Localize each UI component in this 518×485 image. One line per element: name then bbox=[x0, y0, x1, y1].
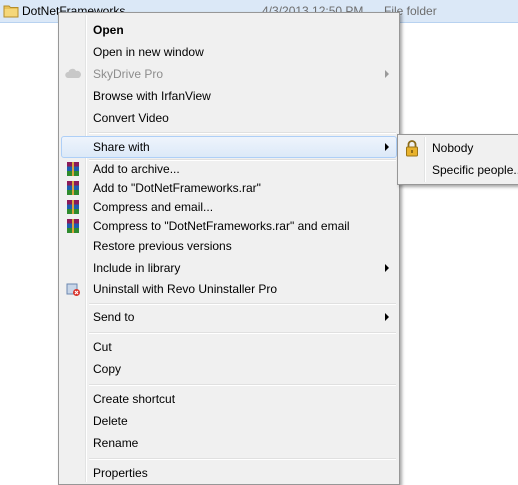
menu-item-label: Include in library bbox=[93, 261, 181, 275]
menu-item-label: Create shortcut bbox=[93, 392, 176, 406]
menu-item-properties[interactable]: Properties bbox=[61, 462, 397, 484]
submenu-arrow-icon bbox=[385, 313, 389, 321]
winrar-icon bbox=[67, 200, 79, 214]
context-menu: Open Open in new window SkyDrive Pro Bro… bbox=[58, 12, 400, 485]
menu-separator bbox=[89, 132, 396, 134]
menu-item-label: Specific people... bbox=[432, 163, 518, 177]
menu-separator bbox=[89, 332, 396, 334]
menu-item-include-in-library[interactable]: Include in library bbox=[61, 257, 397, 279]
menu-item-send-to[interactable]: Send to bbox=[61, 306, 397, 328]
menu-item-label: Open bbox=[93, 23, 124, 37]
menu-item-label: Uninstall with Revo Uninstaller Pro bbox=[93, 282, 278, 296]
menu-item-label: Browse with IrfanView bbox=[93, 89, 211, 103]
menu-item-label: Properties bbox=[93, 466, 148, 480]
submenu-arrow-icon bbox=[385, 70, 389, 78]
winrar-icon bbox=[67, 162, 79, 176]
menu-item-rename[interactable]: Rename bbox=[61, 432, 397, 454]
menu-item-restore-previous-versions[interactable]: Restore previous versions bbox=[61, 235, 397, 257]
menu-item-skydrive-pro[interactable]: SkyDrive Pro bbox=[61, 63, 397, 85]
submenu-arrow-icon bbox=[385, 264, 389, 272]
lock-icon bbox=[406, 140, 418, 157]
menu-item-label: Add to "DotNetFrameworks.rar" bbox=[93, 181, 261, 195]
menu-separator bbox=[89, 384, 396, 386]
menu-item-label: Convert Video bbox=[93, 111, 169, 125]
share-with-submenu: Nobody Specific people... bbox=[397, 134, 518, 185]
folder-icon bbox=[3, 5, 19, 18]
menu-item-delete[interactable]: Delete bbox=[61, 410, 397, 432]
menu-item-cut[interactable]: Cut bbox=[61, 336, 397, 358]
menu-item-create-shortcut[interactable]: Create shortcut bbox=[61, 388, 397, 410]
menu-item-label: Compress to "DotNetFrameworks.rar" and e… bbox=[93, 219, 350, 233]
menu-separator bbox=[89, 458, 396, 460]
menu-item-label: SkyDrive Pro bbox=[93, 67, 164, 81]
menu-item-share-with[interactable]: Share with bbox=[61, 136, 397, 158]
submenu-item-specific-people[interactable]: Specific people... bbox=[400, 159, 518, 181]
menu-item-compress-rar-email[interactable]: Compress to "DotNetFrameworks.rar" and e… bbox=[61, 215, 397, 237]
menu-separator bbox=[89, 303, 396, 305]
menu-item-label: Send to bbox=[93, 310, 135, 324]
winrar-icon bbox=[67, 181, 79, 195]
menu-item-open-new-window[interactable]: Open in new window bbox=[61, 41, 397, 63]
menu-item-revo-uninstall[interactable]: Uninstall with Revo Uninstaller Pro bbox=[61, 278, 397, 300]
menu-item-label: Delete bbox=[93, 414, 128, 428]
submenu-arrow-icon bbox=[385, 143, 389, 151]
menu-item-label: Cut bbox=[93, 340, 112, 354]
winrar-icon bbox=[67, 219, 79, 233]
submenu-item-nobody[interactable]: Nobody bbox=[400, 137, 517, 159]
menu-item-label: Restore previous versions bbox=[93, 239, 232, 253]
revo-uninstaller-icon bbox=[66, 283, 80, 296]
menu-item-copy[interactable]: Copy bbox=[61, 358, 397, 380]
cloud-icon bbox=[65, 68, 81, 78]
menu-item-label: Nobody bbox=[432, 141, 474, 155]
menu-item-browse-irfanview[interactable]: Browse with IrfanView bbox=[61, 85, 397, 107]
menu-item-open[interactable]: Open bbox=[61, 19, 397, 41]
menu-item-convert-video[interactable]: Convert Video bbox=[61, 107, 397, 129]
menu-item-label: Copy bbox=[93, 362, 122, 376]
menu-item-label: Add to archive... bbox=[93, 162, 180, 176]
menu-item-label: Share with bbox=[93, 140, 150, 154]
menu-item-label: Rename bbox=[93, 436, 139, 450]
menu-item-label: Open in new window bbox=[93, 45, 204, 59]
menu-item-label: Compress and email... bbox=[93, 200, 214, 214]
